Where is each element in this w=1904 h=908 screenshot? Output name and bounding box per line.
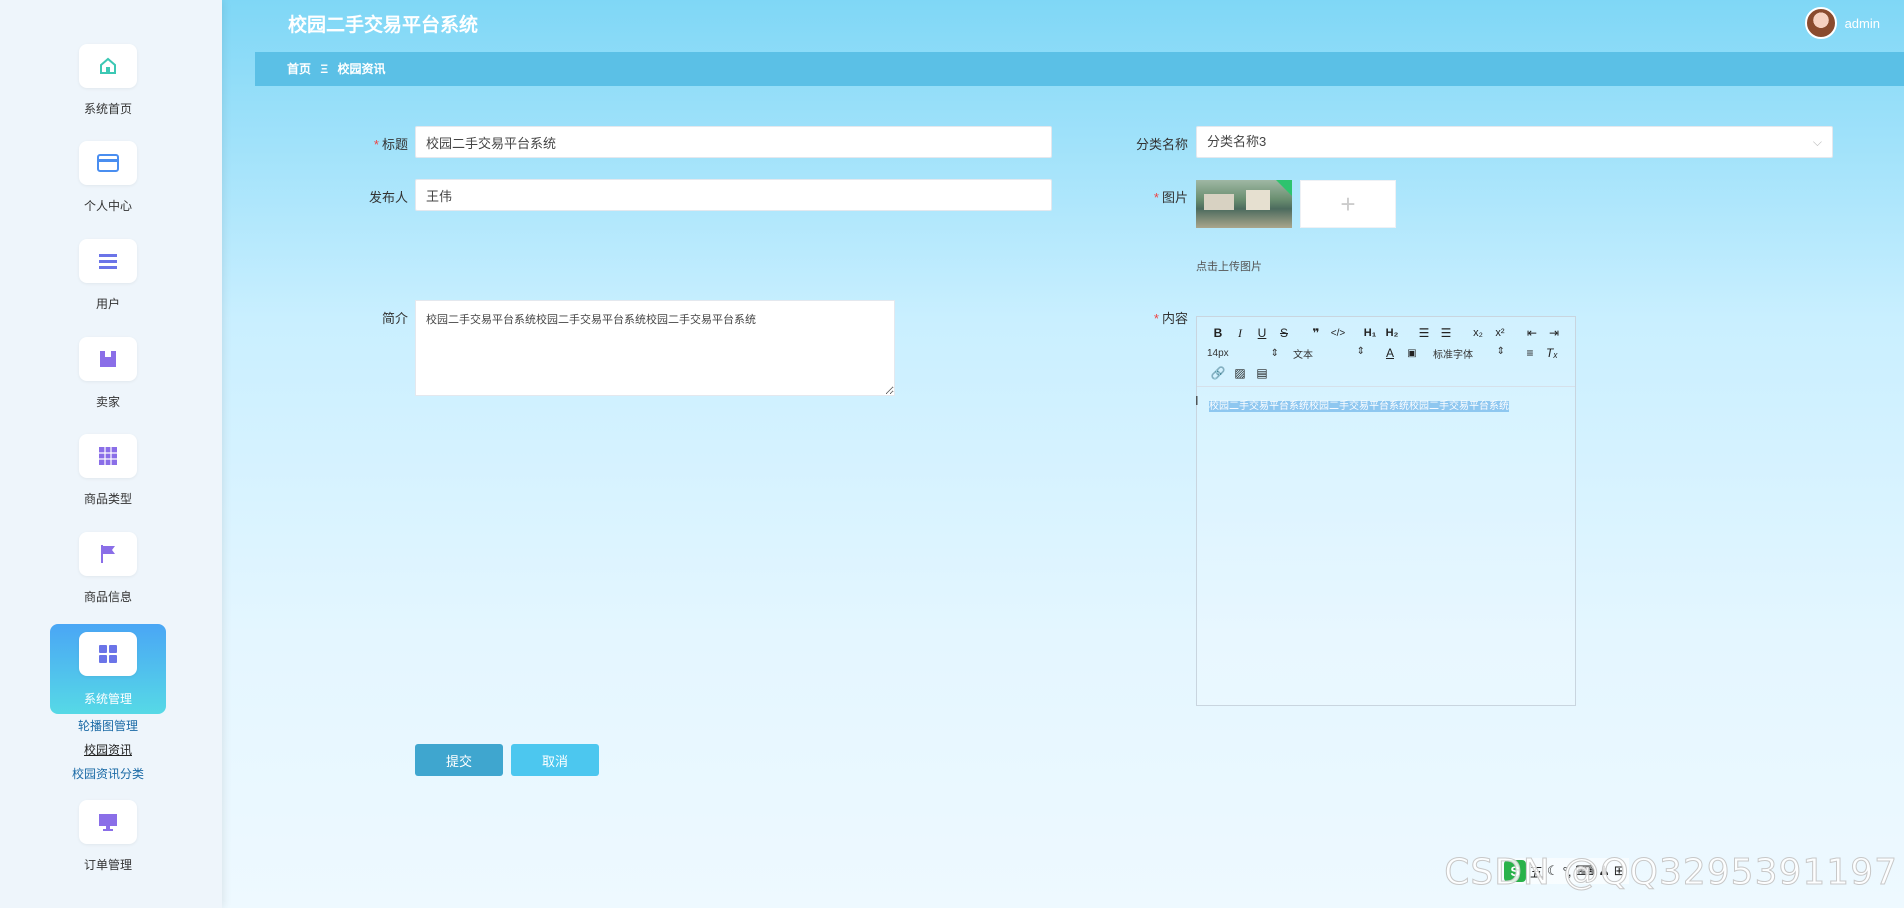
category-selected-value: 分类名称3 [1207,134,1267,149]
upload-success-badge [1276,180,1292,196]
content-label: * 内容 [1153,311,1188,326]
strike-icon[interactable]: S [1273,326,1295,340]
sidebar-item-sellers[interactable]: 卖家 [50,337,166,410]
sidebar-item-label: 订单管理 [83,858,132,872]
block-type-select[interactable]: 文本 ⇕ [1293,346,1365,361]
superscript-icon[interactable]: x² [1489,327,1511,339]
list-icon [79,239,137,283]
summary-label: 简介 [381,311,408,326]
sidebar: 系统首页 个人中心 用户 卖家 商品类型 商品信息 系统管理 轮播图管理 校园资… [0,0,222,908]
editor-toolbar: B I U S ❞ </> H₁ H₂ ☰ ☰ x₂ x² ⇤ ⇥ 14px ⇕ … [1197,317,1575,387]
breadcrumb: 首页 Ξ 校园资讯 [255,52,1904,86]
clear-format-icon[interactable]: Tₓ [1541,346,1563,360]
app-title: 校园二手交易平台系统 [288,15,479,36]
rich-text-editor[interactable]: B I U S ❞ </> H₁ H₂ ☰ ☰ x₂ x² ⇤ ⇥ 14px ⇕ … [1195,316,1576,706]
sidebar-item-system[interactable]: 系统管理 [50,624,166,714]
title-label: * 标题 [373,137,408,152]
align-icon[interactable]: ≡ [1519,346,1541,360]
submenu-item-news[interactable]: 校园资讯 [50,738,166,762]
sidebar-item-label: 系统首页 [83,102,132,116]
font-size-select[interactable]: 14px ⇕ [1207,348,1279,359]
thumbnail-detail [1204,194,1234,210]
text-cursor-icon: I [1195,393,1199,408]
underline-icon[interactable]: U [1251,326,1273,340]
upload-image-button[interactable]: + [1300,180,1396,228]
watermark: CSDN @QQ3295391197 [1444,852,1898,894]
plus-icon: + [1340,188,1356,219]
flag-icon [79,532,137,576]
apps-icon [79,632,137,676]
header-1-icon[interactable]: H₁ [1359,327,1381,339]
thumbnail-detail [1246,190,1270,210]
publisher-label: 发布人 [368,190,408,205]
background-color-icon[interactable]: ▣ [1401,348,1423,359]
breadcrumb-home[interactable]: 首页 [287,62,311,76]
image-icon[interactable]: ▨ [1229,366,1251,380]
title-input[interactable] [415,126,1052,158]
sidebar-item-label: 卖家 [95,395,120,409]
sidebar-item-product-types[interactable]: 商品类型 [50,434,166,507]
ordered-list-icon[interactable]: ☰ [1413,326,1435,340]
video-icon[interactable]: ▤ [1251,366,1273,380]
header-2-icon[interactable]: H₂ [1381,327,1403,339]
bullet-list-icon[interactable]: ☰ [1435,326,1457,340]
uploaded-image-thumbnail[interactable] [1196,180,1292,228]
category-label: 分类名称 [1135,137,1188,152]
editor-content[interactable]: 校园二手交易平台系统校园二手交易平台系统校园二手交易平台系统 [1197,387,1575,422]
font-family-select[interactable]: 标准字体 ⇕ [1433,346,1505,361]
sidebar-item-profile[interactable]: 个人中心 [50,141,166,214]
code-block-icon[interactable]: </> [1327,328,1349,339]
updown-icon: ⇕ [1270,347,1279,359]
box-icon [79,337,137,381]
category-select[interactable]: 分类名称3 ⌵ [1196,126,1833,158]
upload-hint: 点击上传图片 [1196,261,1262,273]
indent-icon[interactable]: ⇥ [1543,326,1565,340]
cancel-button[interactable]: 取消 [511,744,599,776]
submenu-item-carousel[interactable]: 轮播图管理 [50,714,166,738]
sidebar-item-label: 个人中心 [83,199,132,213]
submenu-item-news-category[interactable]: 校园资讯分类 [50,762,166,786]
summary-textarea[interactable]: 校园二手交易平台系统校园二手交易平台系统校园二手交易平台系统 [415,300,895,396]
italic-icon[interactable]: I [1229,326,1251,341]
sidebar-item-label: 用户 [95,297,120,311]
card-icon [79,141,137,185]
breadcrumb-current: 校园资讯 [337,62,386,76]
text-color-icon[interactable]: A [1379,346,1401,360]
sidebar-item-orders[interactable]: 订单管理 [50,800,166,873]
home-icon [79,44,137,88]
submit-button[interactable]: 提交 [415,744,503,776]
sidebar-item-label: 商品信息 [83,590,132,604]
sidebar-item-home[interactable]: 系统首页 [50,44,166,117]
updown-icon: ⇕ [1356,345,1365,357]
grid-icon [79,434,137,478]
publisher-input[interactable] [415,179,1052,211]
editor-selected-text: 校园二手交易平台系统校园二手交易平台系统校园二手交易平台系统 [1209,401,1509,412]
chevron-down-icon: ⌵ [1812,135,1822,149]
bold-icon[interactable]: B [1207,326,1229,340]
avatar[interactable] [1804,7,1837,39]
user-name[interactable]: admin [1845,16,1880,31]
top-header: 校园二手交易平台系统 admin [222,0,1904,50]
user-menu[interactable]: admin [1804,7,1880,39]
sidebar-item-label: 商品类型 [83,492,132,506]
sidebar-item-products[interactable]: 商品信息 [50,532,166,605]
sidebar-item-users[interactable]: 用户 [50,239,166,312]
monitor-icon [79,800,137,844]
image-label: * 图片 [1153,190,1188,205]
breadcrumb-separator: Ξ [320,62,329,76]
subscript-icon[interactable]: x₂ [1467,327,1489,339]
sidebar-item-label: 系统管理 [83,692,132,706]
system-submenu: 轮播图管理 校园资讯 校园资讯分类 [50,714,166,786]
link-icon[interactable]: 🔗 [1207,366,1229,380]
updown-icon: ⇕ [1496,345,1505,357]
blockquote-icon[interactable]: ❞ [1305,326,1327,340]
outdent-icon[interactable]: ⇤ [1521,326,1543,340]
